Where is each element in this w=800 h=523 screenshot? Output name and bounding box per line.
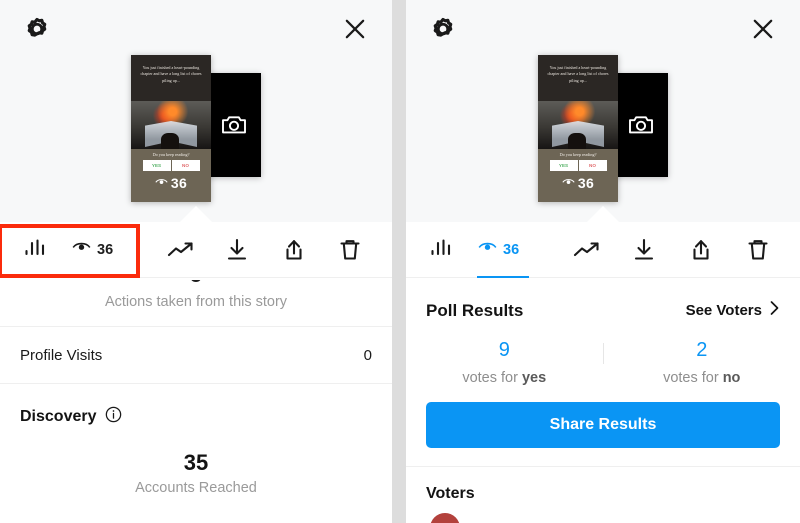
- actions-value-clipped: 5: [0, 280, 392, 290]
- actions-stat-block: 5 Actions taken from this story: [0, 278, 392, 326]
- see-voters-button[interactable]: See Voters: [686, 300, 780, 321]
- tab-views[interactable]: 36: [472, 222, 533, 278]
- story-caret: [179, 206, 213, 222]
- poll-yes-column: 9 votes for yes: [406, 339, 603, 386]
- discovery-section-header: Discovery: [0, 384, 392, 428]
- poll-no-label: votes for no: [663, 370, 741, 386]
- story-poll-yes: YES: [549, 160, 578, 171]
- right-phone-panel: You just finished a heart-pounding chapt…: [406, 0, 800, 523]
- left-panel-body: 5 Actions taken from this story Profile …: [0, 278, 392, 496]
- info-icon[interactable]: [105, 406, 122, 428]
- voters-title: Voters: [426, 485, 475, 502]
- left-tabbar: 36: [0, 222, 392, 278]
- left-phone-panel: You just finished a heart-pounding chapt…: [0, 0, 392, 523]
- share-results-button[interactable]: Share Results: [426, 402, 780, 448]
- eye-icon: [478, 240, 497, 259]
- chevron-right-icon: [769, 300, 780, 321]
- trash-icon[interactable]: [333, 233, 367, 267]
- avatar[interactable]: [430, 513, 460, 523]
- profile-visits-value: 0: [363, 346, 372, 364]
- gear-icon[interactable]: [428, 14, 458, 44]
- trash-icon[interactable]: [741, 233, 775, 267]
- story-poll-no: NO: [171, 160, 200, 171]
- bar-chart-icon: [430, 237, 452, 262]
- story-poll-sticker: Do you keep reading? YES NO 36: [131, 149, 211, 202]
- share-icon[interactable]: [684, 233, 718, 267]
- download-icon[interactable]: [627, 233, 661, 267]
- tab-views-underline: [476, 275, 529, 278]
- right-topbar: [406, 0, 800, 58]
- poll-yes-label: votes for yes: [462, 370, 547, 386]
- story-view-number: 36: [577, 175, 595, 191]
- poll-yes-count: 9: [498, 339, 510, 361]
- close-icon[interactable]: [748, 14, 778, 44]
- story-poll-no: NO: [578, 160, 607, 171]
- eye-icon: [562, 174, 575, 192]
- story-thumbnails: You just finished a heart-pounding chapt…: [0, 55, 392, 202]
- accounts-reached-value: 35: [183, 450, 209, 475]
- right-tabbar: 36: [406, 222, 800, 278]
- accounts-reached-label: Accounts Reached: [135, 480, 257, 496]
- camera-icon[interactable]: [207, 73, 261, 177]
- story-photo: [538, 101, 618, 149]
- tab-views[interactable]: 36: [66, 222, 127, 278]
- poll-no-count: 2: [696, 339, 708, 361]
- story-poll-sticker: Do you keep reading? YES NO 36: [538, 149, 618, 202]
- poll-vote-counts: 9 votes for yes 2 votes for no: [406, 321, 800, 392]
- bar-chart-icon: [24, 237, 46, 262]
- tab-insights[interactable]: [0, 222, 66, 278]
- story-thumbnails-right: You just finished a heart-pounding chapt…: [406, 55, 800, 202]
- eye-icon: [155, 174, 168, 192]
- eye-icon: [72, 240, 91, 259]
- story-view-count: 36: [562, 174, 594, 192]
- right-panel-body: Poll Results See Voters 9 votes for yes: [406, 278, 800, 523]
- story-caption: You just finished a heart-pounding chapt…: [140, 65, 202, 83]
- story-caption: You just finished a heart-pounding chapt…: [547, 65, 609, 83]
- accounts-reached-block: 35 Accounts Reached: [0, 428, 392, 496]
- actions-value: 5: [0, 280, 392, 288]
- trending-icon[interactable]: [164, 233, 198, 267]
- panel-divider: [392, 0, 406, 523]
- close-icon[interactable]: [340, 14, 370, 44]
- tab-insights[interactable]: [406, 222, 472, 278]
- camera-icon[interactable]: [614, 73, 668, 177]
- story-view-count: 36: [155, 174, 187, 192]
- insights-comparison-screenshot: You just finished a heart-pounding chapt…: [0, 0, 800, 523]
- story-preview-area: You just finished a heart-pounding chapt…: [0, 0, 392, 222]
- story-caret: [586, 206, 620, 222]
- trending-icon[interactable]: [570, 233, 604, 267]
- story-poll-question: Do you keep reading?: [152, 152, 190, 157]
- current-story-thumbnail[interactable]: You just finished a heart-pounding chapt…: [131, 55, 211, 202]
- story-poll-yes: YES: [142, 160, 171, 171]
- story-photo: [131, 101, 211, 149]
- poll-results-title: Poll Results: [426, 300, 524, 320]
- download-icon[interactable]: [220, 233, 254, 267]
- gear-icon[interactable]: [22, 14, 52, 44]
- actions-label: Actions taken from this story: [104, 294, 288, 310]
- left-topbar: [0, 0, 392, 58]
- profile-visits-row: Profile Visits 0: [0, 327, 392, 383]
- share-icon[interactable]: [277, 233, 311, 267]
- poll-results-header: Poll Results See Voters: [406, 278, 800, 321]
- discovery-title: Discovery: [20, 408, 97, 425]
- tab-views-count: 36: [97, 241, 114, 258]
- poll-no-column: 2 votes for no: [604, 339, 800, 386]
- profile-visits-label: Profile Visits: [20, 346, 103, 364]
- tab-views-count: 36: [503, 241, 520, 258]
- story-view-number: 36: [170, 175, 188, 191]
- current-story-thumbnail[interactable]: You just finished a heart-pounding chapt…: [538, 55, 618, 202]
- story-preview-area-right: You just finished a heart-pounding chapt…: [406, 0, 800, 222]
- story-poll-question: Do you keep reading?: [559, 152, 597, 157]
- tab-insights-underline: [7, 275, 59, 278]
- see-voters-label: See Voters: [685, 302, 762, 319]
